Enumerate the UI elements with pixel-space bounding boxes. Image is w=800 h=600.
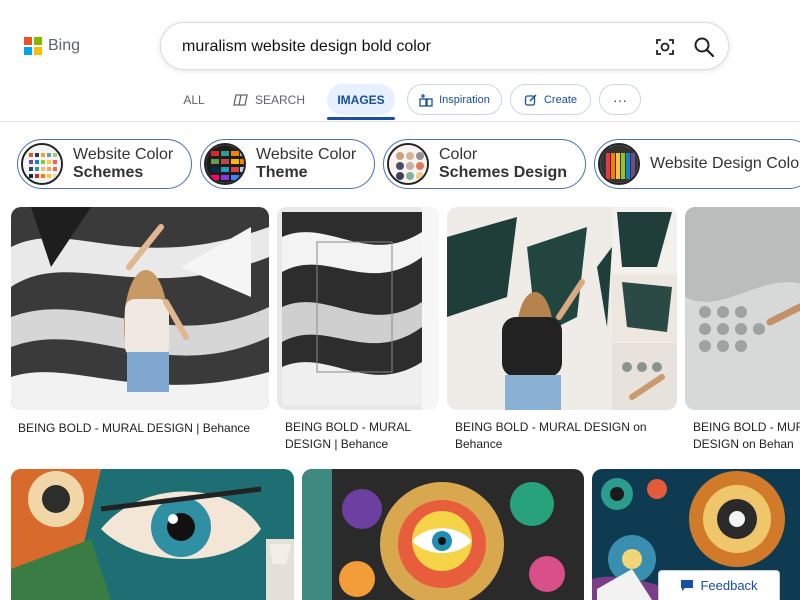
header: Bing muralism website design bold color …: [0, 0, 800, 122]
inspiration-icon: [419, 93, 433, 107]
related-search-chip[interactable]: Website Design Color: [594, 139, 800, 189]
tab-label: Create: [543, 93, 578, 106]
more-icon: ···: [613, 91, 627, 108]
chip-thumbnail: [598, 143, 640, 185]
related-search-chip[interactable]: Website Color Theme: [200, 139, 375, 189]
chip-label-line1: Website Design Color: [650, 155, 800, 172]
search-input[interactable]: muralism website design bold color: [182, 38, 431, 56]
feedback-icon: [681, 580, 694, 591]
image-result-caption[interactable]: BEING BOLD - MURAL DESIGN on Behance: [455, 419, 680, 453]
caption-line2: DESIGN on Behan: [693, 437, 794, 451]
feedback-button[interactable]: Feedback: [658, 570, 780, 600]
caption-text: BEING BOLD - MURAL DESIGN | Behance: [18, 421, 251, 435]
chip-thumbnail: [387, 143, 429, 185]
tab-all[interactable]: ALL: [172, 84, 216, 115]
image-result-caption[interactable]: BEING BOLD - MURAL DESIGN | Behance: [285, 419, 440, 453]
more-button[interactable]: ···: [599, 84, 641, 115]
mural-image: [685, 207, 800, 410]
tab-inspiration[interactable]: Inspiration: [407, 84, 502, 115]
tab-bar: ALL SEARCH IMAGES Inspiration Create ···: [0, 84, 800, 120]
image-result[interactable]: [685, 207, 800, 410]
tab-images[interactable]: IMAGES: [327, 84, 395, 115]
chip-label: Website Color Schemes: [73, 146, 173, 182]
image-result[interactable]: [277, 207, 439, 410]
feedback-label: Feedback: [700, 578, 758, 593]
image-result[interactable]: [302, 469, 584, 600]
visual-search-icon[interactable]: [654, 36, 676, 58]
tab-search[interactable]: SEARCH: [228, 84, 310, 115]
caption-line1: BEING BOLD - MURAL DESIGN on: [455, 420, 647, 434]
caption-line2: Behance: [455, 437, 503, 451]
chip-thumbnail: [204, 143, 246, 185]
tab-label: SEARCH: [254, 92, 305, 107]
chip-label: Website Color Theme: [256, 146, 356, 182]
brand-name: Bing: [48, 37, 81, 54]
search-icon[interactable]: [692, 35, 716, 59]
chip-label: Color Schemes Design: [439, 146, 567, 182]
microsoft-logo-icon: [24, 37, 42, 55]
tab-label: ALL: [183, 92, 205, 107]
chip-label-line2: Schemes Design: [439, 164, 568, 181]
mural-image: [11, 469, 294, 600]
bing-logo[interactable]: Bing: [24, 37, 80, 55]
caption-line2: DESIGN | Behance: [285, 437, 389, 451]
chip-label-line2: Schemes: [73, 164, 144, 181]
image-result[interactable]: [11, 469, 294, 600]
tab-create[interactable]: Create: [510, 84, 591, 115]
tab-label: IMAGES: [337, 92, 385, 107]
image-result[interactable]: [447, 207, 677, 410]
related-search-chip[interactable]: Color Schemes Design: [383, 139, 586, 189]
create-icon: [524, 93, 537, 106]
caption-line1: BEING BOLD - MURAL: [285, 420, 412, 434]
image-result-caption[interactable]: BEING BOLD - MUR DESIGN on Behan: [693, 419, 800, 453]
caption-line1: BEING BOLD - MUR: [693, 420, 800, 434]
mural-image: [277, 207, 439, 410]
chip-label-line2: Theme: [256, 164, 308, 181]
image-result[interactable]: [11, 207, 269, 410]
chip-label-line1: Website Color: [73, 146, 174, 163]
chip-label: Website Design Color: [650, 155, 800, 173]
selected-tab-indicator: [327, 117, 395, 120]
tab-label: Inspiration: [439, 93, 490, 106]
chip-label-line1: Color: [439, 146, 478, 163]
image-result-caption[interactable]: BEING BOLD - MURAL DESIGN | Behance: [18, 420, 273, 437]
chip-label-line1: Website Color: [256, 146, 357, 163]
copilot-icon: [233, 93, 248, 106]
chip-thumbnail: [21, 143, 63, 185]
mural-image: [447, 207, 677, 410]
search-box[interactable]: muralism website design bold color: [160, 22, 729, 70]
mural-image: [11, 207, 269, 410]
related-search-chip[interactable]: Website Color Schemes: [17, 139, 192, 189]
mural-image: [302, 469, 584, 600]
